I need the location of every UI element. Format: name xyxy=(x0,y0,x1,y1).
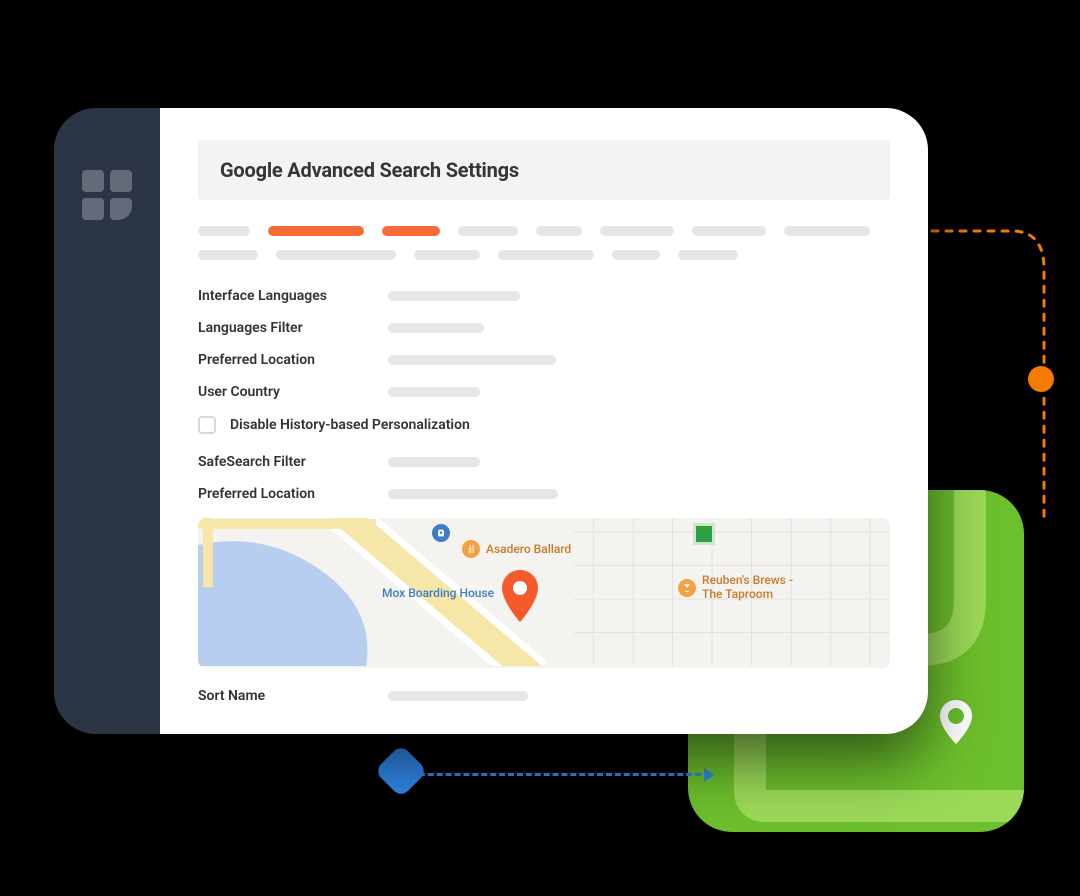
poi-label: Asadero Ballard xyxy=(486,542,571,556)
row-disable-personalization: Disable History-based Personalization xyxy=(198,416,890,434)
label-disable-personalization: Disable History-based Personalization xyxy=(230,417,470,433)
pill xyxy=(784,226,870,236)
label-user-country: User Country xyxy=(198,384,348,400)
pill xyxy=(678,250,738,260)
poi-label: Mox Boarding House xyxy=(382,586,494,600)
value-preferred-location[interactable] xyxy=(388,355,556,365)
row-preferred-location-2: Preferred Location xyxy=(198,486,890,502)
pill-accent xyxy=(382,226,440,236)
pill xyxy=(498,250,594,260)
label-languages-filter: Languages Filter xyxy=(198,320,348,336)
label-safesearch-filter: SafeSearch Filter xyxy=(198,454,348,470)
label-sort-name: Sort Name xyxy=(198,688,348,704)
value-safesearch-filter[interactable] xyxy=(388,457,480,467)
shopping-icon xyxy=(432,524,450,542)
value-interface-languages[interactable] xyxy=(388,291,520,301)
label-preferred-location-2: Preferred Location xyxy=(198,486,348,502)
label-interface-languages: Interface Languages xyxy=(198,288,348,304)
poi-label: The Taproom xyxy=(702,588,793,602)
app-grid-icon[interactable] xyxy=(82,170,132,220)
pill xyxy=(198,250,258,260)
orange-dot xyxy=(1028,366,1054,392)
app-frame: Google Advanced Search Settings xyxy=(54,108,928,734)
checkbox-disable-personalization[interactable] xyxy=(198,416,216,434)
map-pin-icon[interactable] xyxy=(500,570,540,622)
row-safesearch-filter: SafeSearch Filter xyxy=(198,454,890,470)
pill xyxy=(276,250,396,260)
settings-pane: Google Advanced Search Settings xyxy=(160,108,928,734)
restaurant-icon xyxy=(462,540,480,558)
value-preferred-location-2[interactable] xyxy=(388,489,558,499)
map-park-icon xyxy=(696,526,712,542)
map-poi-reubens[interactable]: Reuben's Brews - The Taproom xyxy=(678,574,793,602)
map-poi-asadero[interactable]: Asadero Ballard xyxy=(462,540,571,558)
stage: Google Advanced Search Settings xyxy=(0,0,1080,896)
value-languages-filter[interactable] xyxy=(388,323,484,333)
map-panel[interactable]: Asadero Ballard Mox Boarding House Reube… xyxy=(198,518,890,668)
pill-accent xyxy=(268,226,364,236)
row-sort-name: Sort Name xyxy=(198,688,890,704)
value-user-country[interactable] xyxy=(388,387,480,397)
row-user-country: User Country xyxy=(198,384,890,400)
row-interface-languages: Interface Languages xyxy=(198,288,890,304)
tabs-skeleton xyxy=(198,226,890,260)
value-sort-name[interactable] xyxy=(388,691,528,701)
pill xyxy=(458,226,518,236)
pill xyxy=(536,226,582,236)
map-poi-shopping[interactable] xyxy=(432,524,450,542)
label-preferred-location: Preferred Location xyxy=(198,352,348,368)
blue-connector xyxy=(410,773,710,783)
page-title: Google Advanced Search Settings xyxy=(220,158,868,182)
row-languages-filter: Languages Filter xyxy=(198,320,890,336)
title-bar: Google Advanced Search Settings xyxy=(198,140,890,200)
bar-icon xyxy=(678,579,696,597)
pill xyxy=(612,250,660,260)
map-poi-mox[interactable]: Mox Boarding House xyxy=(382,586,494,600)
blue-diamond-node xyxy=(374,744,428,798)
pill xyxy=(600,226,674,236)
pill xyxy=(198,226,250,236)
sidebar xyxy=(54,108,160,734)
row-preferred-location: Preferred Location xyxy=(198,352,890,368)
pill xyxy=(692,226,766,236)
poi-label: Reuben's Brews - xyxy=(702,574,793,588)
pill xyxy=(414,250,480,260)
